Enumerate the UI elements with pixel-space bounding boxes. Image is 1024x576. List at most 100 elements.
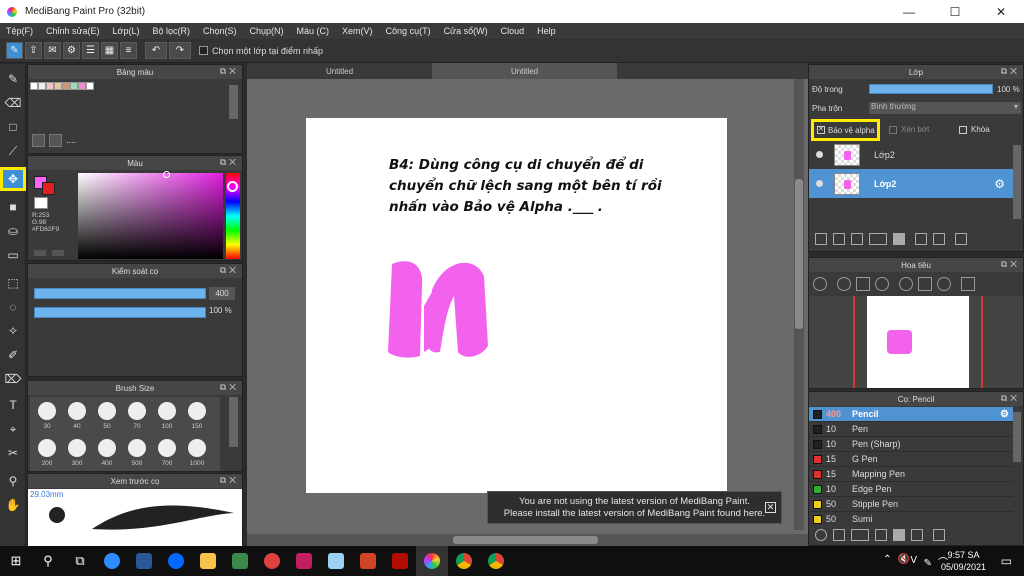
panel-controls-icon[interactable]: ⧉✕ [220,265,239,276]
folder-icon[interactable] [893,233,905,245]
powerpoint-app-icon[interactable] [352,546,384,576]
zoom-actual-icon[interactable] [856,277,870,291]
brush-opacity-slider[interactable] [34,307,206,318]
panel-controls-icon[interactable]: ⧉✕ [220,382,239,393]
maximize-button[interactable]: ☐ [932,0,978,23]
panel-controls-icon[interactable]: ⧉✕ [220,475,239,486]
panel-controls-icon[interactable]: ⧉✕ [1001,66,1020,77]
flip-icon[interactable] [961,277,975,291]
hue-slider[interactable] [226,173,240,259]
swatch[interactable] [54,82,62,90]
minimize-button[interactable]: — [886,0,932,23]
brush-item[interactable]: 10 Pen (Sharp) [809,437,1013,452]
brush-item[interactable]: 50 Sumi [809,512,1013,525]
close-button[interactable]: ✕ [978,0,1024,23]
duplicate-layer-icon[interactable] [915,233,927,245]
brush-item[interactable]: 50 Stipple Pen [809,497,1013,512]
move-tool-icon[interactable]: ✥ [0,167,26,191]
menu-tools[interactable]: Công cụ(T) [386,26,431,36]
brush-size-option[interactable]: 300 [63,437,91,471]
brush-item[interactable]: 15 Mapping Pen [809,467,1013,482]
panel-controls-icon[interactable]: ⧉✕ [220,66,239,77]
word-app-icon[interactable] [128,546,160,576]
tab-untitled-1[interactable]: Untitled [247,63,432,79]
saturation-value-picker[interactable] [78,171,223,259]
medibang-taskbar-icon[interactable] [416,546,448,576]
notifications-icon[interactable]: ▭ [1001,554,1012,568]
brush-size-slider[interactable] [34,288,206,299]
update-notification[interactable]: You are not using the latest version of … [487,491,782,524]
new-brush-icon[interactable] [833,529,845,541]
gradient-tool-icon[interactable]: ▭ [3,246,23,264]
canvas-vertical-scrollbar[interactable] [794,79,804,530]
swatch[interactable] [86,82,94,90]
operation-tool-icon[interactable]: ⌖ [3,420,23,438]
settings-icon[interactable]: ⚙ [63,42,80,59]
delete-layer-icon[interactable] [955,233,967,245]
add-brush-menu-icon[interactable] [851,529,869,541]
menu-edit[interactable]: Chỉnh sửa(E) [46,26,100,36]
export-icon[interactable]: ⇪ [25,42,42,59]
screen-recorder-icon[interactable] [256,546,288,576]
swatch[interactable] [62,82,70,90]
magic-wand-icon[interactable]: ✧ [3,322,23,340]
scrollbar-thumb[interactable] [795,179,803,329]
rotate-right-icon[interactable] [937,277,951,291]
brush-item-selected[interactable]: 400 Pencil ⚙ [809,407,1013,422]
menu-window[interactable]: Cửa sổ(W) [444,26,488,36]
brush-item[interactable]: 10 Pen [809,422,1013,437]
brush-size-option[interactable]: 700 [153,437,181,471]
merge-layer-icon[interactable] [933,233,945,245]
panel-controls-icon[interactable]: ⧉✕ [220,157,239,168]
photos-app-icon[interactable] [224,546,256,576]
dot-line-tool-icon[interactable]: ⟋ [3,142,23,160]
task-view-icon[interactable]: ⧉ [64,546,96,576]
brush-settings-icon[interactable] [875,529,887,541]
folder-icon[interactable] [893,529,905,541]
add-color-icon[interactable] [32,133,45,147]
layer-row[interactable]: Lớp2 [809,140,1013,169]
rectangle-tool-icon[interactable]: □ [3,118,23,136]
brush-item[interactable]: 10 Edge Pen [809,482,1013,497]
zoom-app-icon[interactable] [96,546,128,576]
chrome-app-icon[interactable] [448,546,480,576]
select-layer-checkbox[interactable] [199,46,208,55]
alpha-protect-checkbox[interactable]: ✕ Bảo vệ alpha [811,119,880,141]
blend-mode-select[interactable]: Bình thường ▾ [869,102,1021,114]
select-eraser-icon[interactable]: ⌦ [3,370,23,388]
brush-size-option[interactable]: 500 [123,437,151,471]
scrollbar[interactable] [229,397,238,447]
undo-icon[interactable]: ↶ [145,42,167,59]
acrobat-app-icon[interactable] [384,546,416,576]
scrollbar-thumb[interactable] [453,536,598,544]
panel-controls-icon[interactable]: ⧉✕ [1001,393,1020,404]
fill-rect-tool-icon[interactable]: ■ [3,198,23,216]
brush-size-option[interactable]: 70 [123,400,151,434]
visibility-eye-icon[interactable] [816,151,823,158]
brush-size-option[interactable]: 50 [93,400,121,434]
eyedropper-icon[interactable]: ⚲ [3,472,23,490]
scrollbar[interactable] [229,85,238,119]
comment-icon[interactable]: ✉ [44,42,61,59]
swatch[interactable] [30,82,38,90]
menu-select[interactable]: Chọn(S) [203,26,237,36]
swatch[interactable] [46,82,54,90]
brush-size-option[interactable]: 30 [33,400,61,434]
brush-size-option[interactable]: 40 [63,400,91,434]
brush-size-option[interactable]: 200 [33,437,61,471]
fit-screen-icon[interactable] [918,277,932,291]
rotate-left-icon[interactable] [899,277,913,291]
layer-opacity-slider[interactable] [869,84,993,94]
menu-filter[interactable]: Bộ lọc(R) [152,26,190,36]
brush-size-value[interactable]: 400 [209,287,235,300]
color-bar-more[interactable]: .... [66,135,76,145]
delete-color-icon[interactable] [49,133,62,147]
canvas-horizontal-scrollbar[interactable] [247,534,808,546]
menu-file[interactable]: Tệp(F) [6,26,33,36]
zoom-out-icon[interactable] [875,277,889,291]
menu-cloud[interactable]: Cloud [501,26,525,36]
zoom-fit-icon[interactable] [813,277,827,291]
secondary-color-swatch[interactable] [42,182,55,195]
select-pen-icon[interactable]: ✐ [3,346,23,364]
eraser-tool-icon[interactable]: ⌫ [3,94,23,112]
